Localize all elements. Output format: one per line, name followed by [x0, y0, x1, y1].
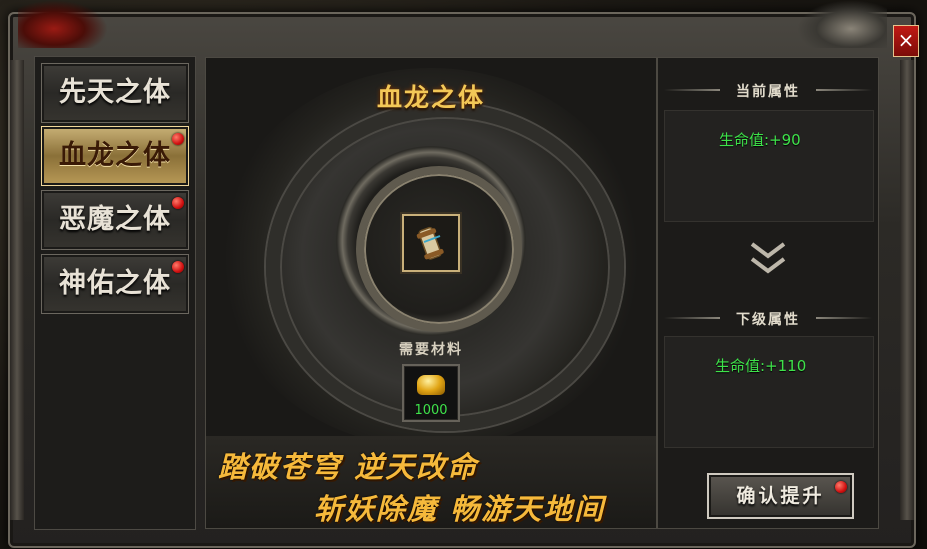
confirm-upgrade-label: 确认提升 — [736, 485, 825, 507]
tab-shenyou[interactable]: 神佑之体 — [41, 254, 189, 314]
tab-xiantian[interactable]: 先天之体 — [41, 63, 189, 123]
frame-side-left — [10, 60, 24, 520]
current-attr-header: 当前属性 — [664, 77, 872, 103]
divider — [816, 317, 872, 319]
material-count: 1000 — [414, 403, 448, 418]
notification-dot — [172, 197, 184, 209]
body-item-slot[interactable] — [402, 214, 460, 272]
frame-side-right — [900, 60, 914, 520]
dragon-ornament-left — [18, 0, 108, 48]
next-hp-stat: 生命值:+110 — [715, 357, 807, 375]
slogan-banner: 踏破苍穹 逆天改命 斩妖除魔 畅游天地间 — [206, 436, 656, 528]
tab-label: 血龙之体 — [59, 140, 171, 171]
tab-emo[interactable]: 恶魔之体 — [41, 190, 189, 250]
chevron-down-icon — [750, 257, 786, 274]
current-attr-title: 当前属性 — [736, 84, 800, 100]
close-button[interactable]: × — [893, 25, 919, 57]
material-slot[interactable]: 1000 — [402, 364, 460, 422]
confirm-upgrade-button[interactable]: 确认提升 — [707, 473, 854, 519]
next-attr-header: 下级属性 — [664, 305, 872, 331]
current-attr-box: 生命值:+90 — [664, 110, 874, 222]
current-hp-stat: 生命值:+90 — [719, 131, 801, 149]
notification-dot — [835, 481, 847, 493]
gold-ingot-icon — [417, 375, 445, 395]
notification-dot — [172, 261, 184, 273]
tab-xuelong[interactable]: 血龙之体 — [41, 126, 189, 186]
scroll-icon — [416, 226, 444, 260]
dragon-ornament-right — [797, 0, 887, 48]
slogan-line-1: 踏破苍穹 逆天改命 — [218, 450, 479, 484]
next-attr-box: 生命值:+110 — [664, 336, 874, 448]
material-required-label: 需要材料 — [399, 342, 463, 358]
tab-label: 恶魔之体 — [59, 204, 171, 235]
tab-label: 神佑之体 — [59, 268, 171, 299]
divider — [816, 89, 872, 91]
body-type-title: 血龙之体 — [376, 83, 485, 112]
attribute-panel: 当前属性 生命值:+90 下级属性 生命值:+110 — [657, 57, 879, 529]
slogan-line-2: 斩妖除魔 畅游天地间 — [314, 492, 606, 526]
notification-dot — [172, 133, 184, 145]
tab-label: 先天之体 — [59, 77, 171, 108]
body-type-tab-list: 先天之体 血龙之体 恶魔之体 神佑之体 — [34, 56, 196, 530]
next-attr-title: 下级属性 — [736, 312, 800, 328]
close-icon: × — [897, 28, 915, 52]
upgrade-center-panel: 血龙之体 需要材料 1000 踏破苍穹 逆天改命 斩妖除魔 畅游天地间 — [205, 57, 657, 529]
